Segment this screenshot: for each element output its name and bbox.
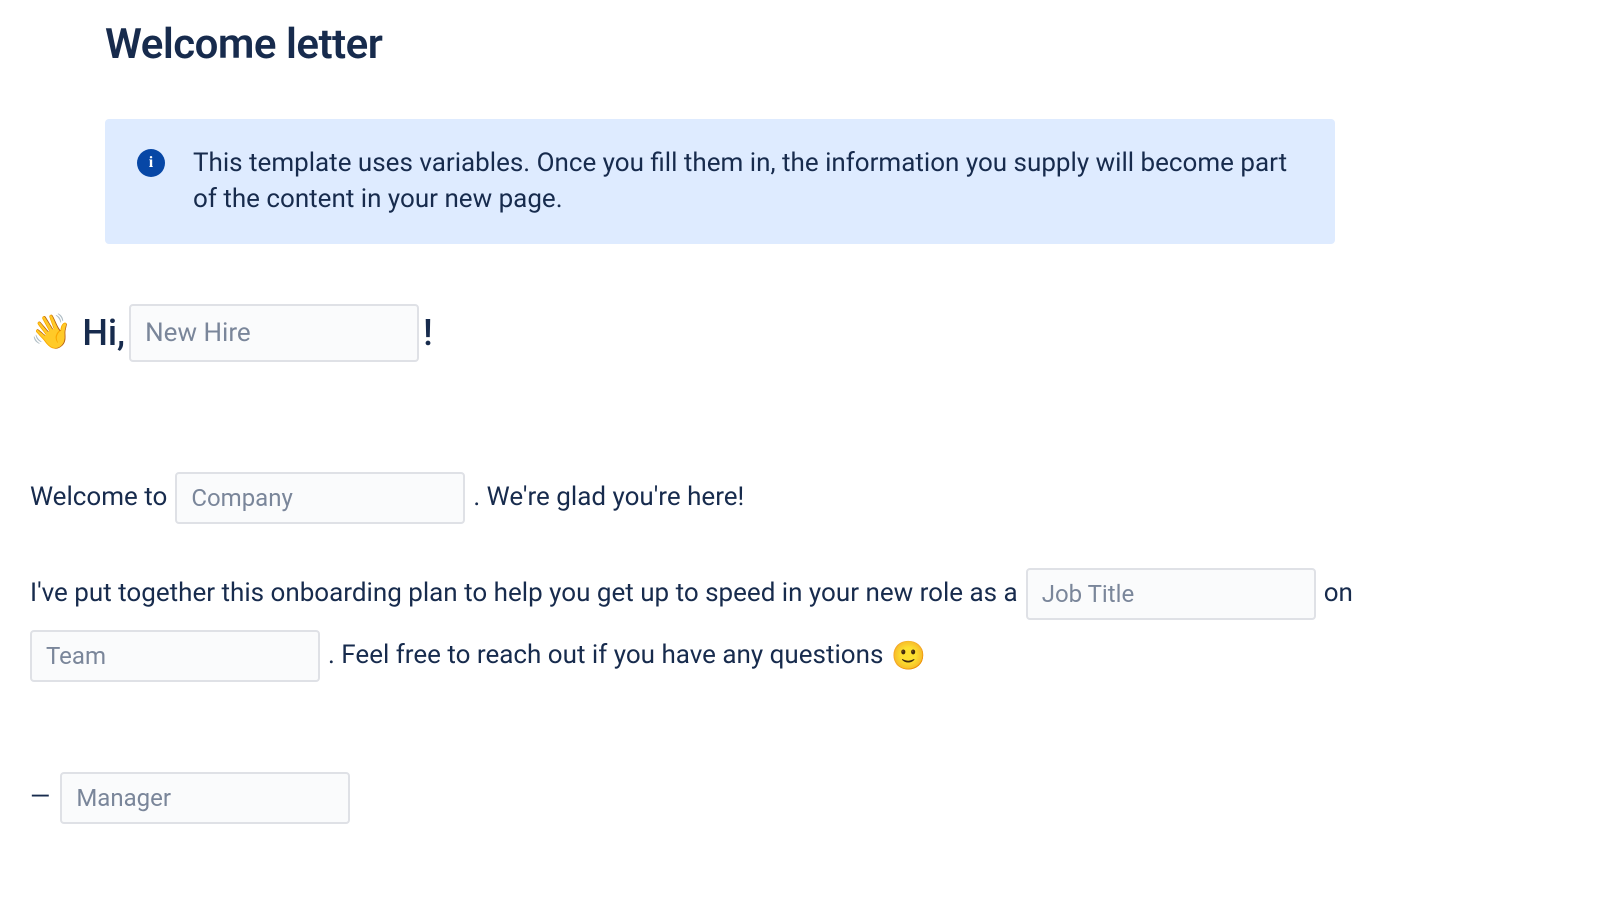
company-input[interactable] (175, 472, 465, 524)
new-hire-input[interactable] (129, 304, 419, 362)
job-title-input[interactable] (1026, 568, 1316, 620)
onboarding-sentence: I've put together this onboarding plan t… (30, 574, 1018, 613)
greeting-hi: Hi, (82, 306, 125, 360)
after-team-text: . Feel free to reach out if you have any… (328, 636, 883, 675)
onboarding-paragraph: I've put together this onboarding plan t… (30, 568, 1580, 682)
signature-dash: — (30, 778, 48, 817)
greeting-line: 👋 Hi, ! (30, 304, 1580, 362)
welcome-to-text: Welcome to (30, 478, 167, 517)
smile-emoji-icon: 🙂 (891, 635, 926, 677)
on-text: on (1324, 574, 1353, 613)
document-body: 👋 Hi, ! Welcome to . We're glad you're h… (30, 304, 1580, 824)
team-input[interactable] (30, 630, 320, 682)
signature-line: — (30, 772, 1580, 824)
welcome-paragraph: Welcome to . We're glad you're here! (30, 472, 1580, 524)
page-title: Welcome letter (105, 20, 1580, 69)
info-panel-text: This template uses variables. Once you f… (193, 145, 1303, 218)
manager-input[interactable] (60, 772, 350, 824)
wave-emoji-icon: 👋 (30, 307, 72, 358)
info-panel: i This template uses variables. Once you… (105, 119, 1335, 244)
info-icon: i (137, 149, 165, 177)
after-company-text: . We're glad you're here! (473, 478, 744, 517)
greeting-exclaim: ! (423, 306, 433, 360)
